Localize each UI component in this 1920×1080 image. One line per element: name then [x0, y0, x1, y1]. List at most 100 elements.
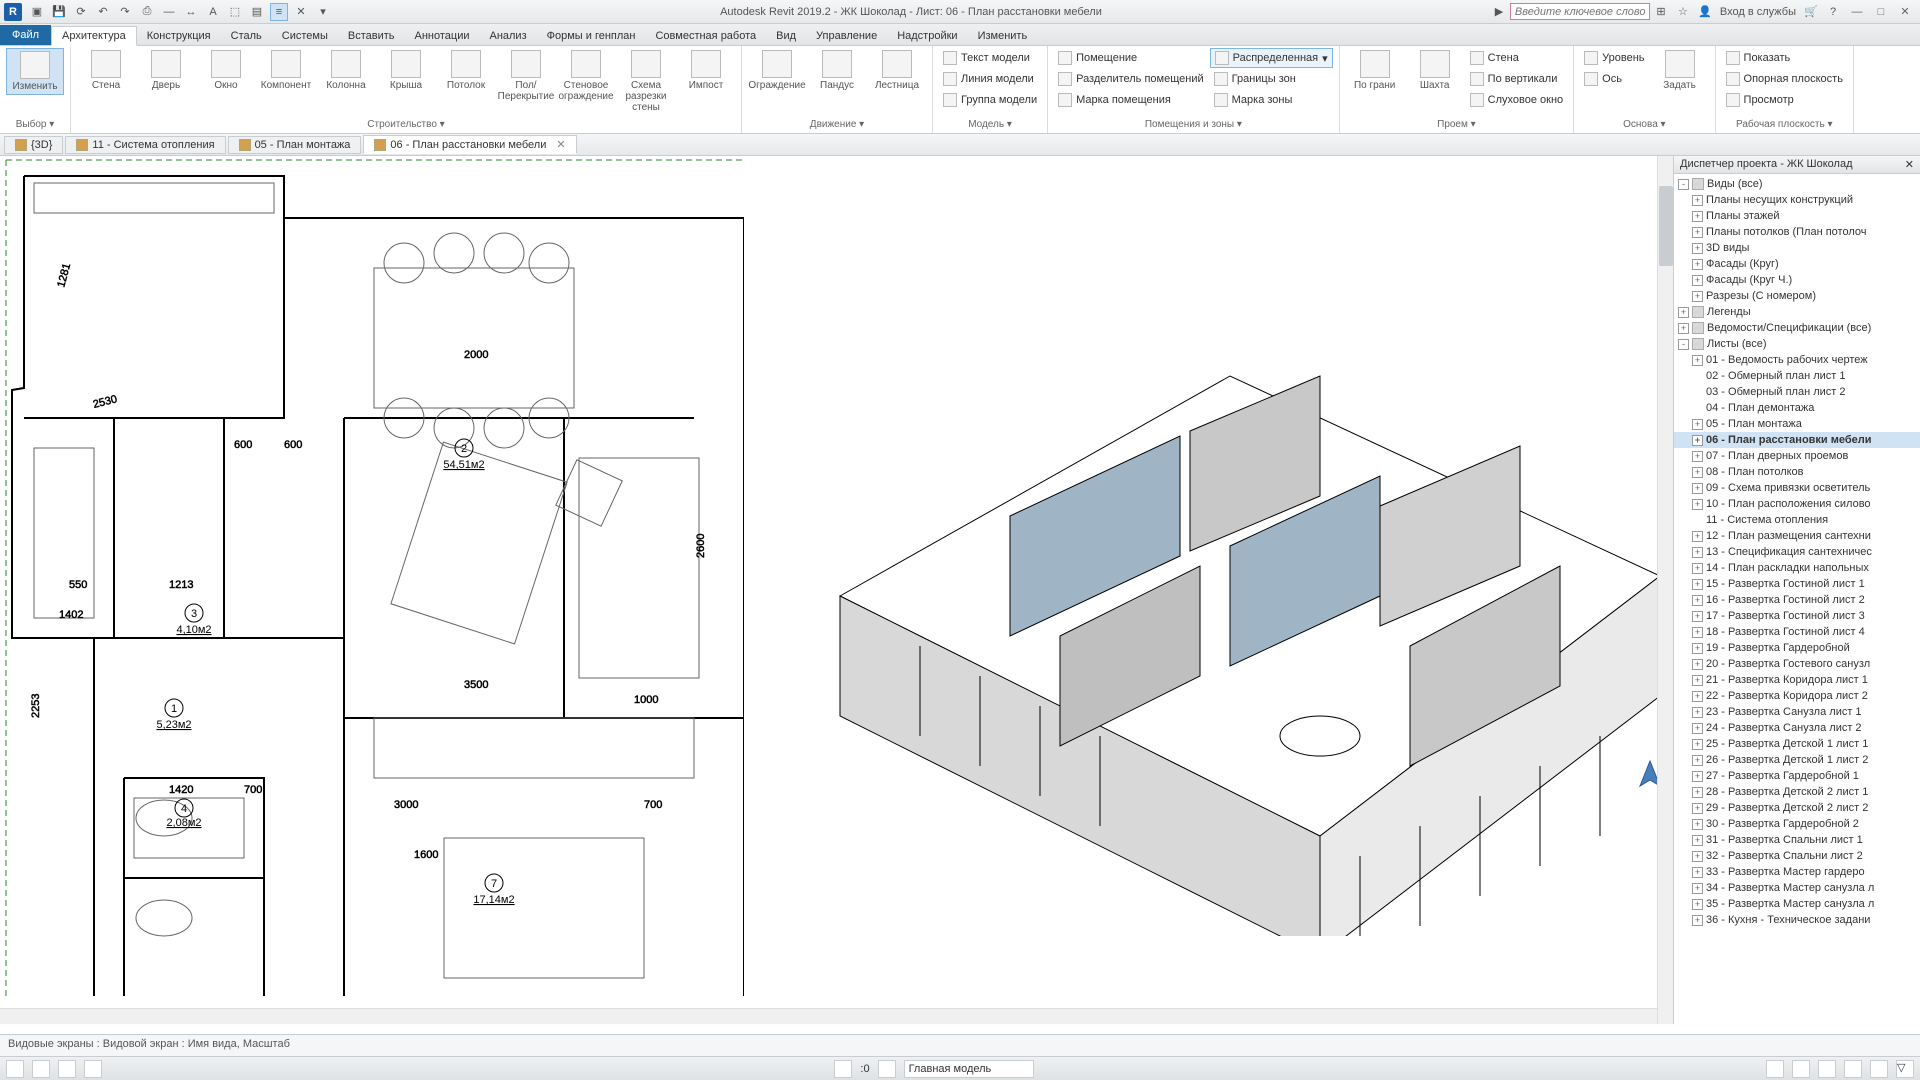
ribbon-Крыша[interactable]: Крыша — [377, 48, 435, 93]
tree-node[interactable]: +10 - План расположения силово — [1674, 496, 1920, 512]
close-tab-icon[interactable]: ✕ — [556, 138, 565, 151]
sb-icon[interactable] — [878, 1060, 896, 1078]
tree-node[interactable]: 11 - Система отопления — [1674, 512, 1920, 528]
tree-node[interactable]: +29 - Развертка Детской 2 лист 2 — [1674, 800, 1920, 816]
tree-node[interactable]: +35 - Развертка Мастер санузла л — [1674, 896, 1920, 912]
tree-node[interactable]: +15 - Развертка Гостиной лист 1 — [1674, 576, 1920, 592]
ribbon-Компонент[interactable]: Компонент — [257, 48, 315, 93]
tree-expander-icon[interactable]: + — [1692, 419, 1703, 430]
tree-node[interactable]: +27 - Развертка Гардеробной 1 — [1674, 768, 1920, 784]
tree-node[interactable]: +18 - Развертка Гостиной лист 4 — [1674, 624, 1920, 640]
tree-expander-icon[interactable]: + — [1692, 643, 1703, 654]
3d-icon[interactable]: ⬚ — [226, 3, 244, 21]
restore-button[interactable]: □ — [1870, 1, 1892, 23]
ribbon-Марка зоны[interactable]: Марка зоны — [1210, 90, 1333, 110]
ribbon-Пол/Перекрытие[interactable]: Пол/Перекрытие — [497, 48, 555, 104]
tree-node[interactable]: +Планы несущих конструкций — [1674, 192, 1920, 208]
tree-expander-icon[interactable]: + — [1692, 723, 1703, 734]
tree-expander-icon[interactable]: + — [1678, 323, 1689, 334]
tree-node[interactable]: 03 - Обмерный план лист 2 — [1674, 384, 1920, 400]
tab-Конструкция[interactable]: Конструкция — [137, 27, 221, 45]
tree-node[interactable]: +14 - План раскладки напольных — [1674, 560, 1920, 576]
ribbon-Группа модели[interactable]: Группа модели — [939, 90, 1041, 110]
tree-node[interactable]: +07 - План дверных проемов — [1674, 448, 1920, 464]
tree-node[interactable]: +08 - План потолков — [1674, 464, 1920, 480]
ribbon-Схема разрезки стены[interactable]: Схема разрезки стены — [617, 48, 675, 115]
ribbon-Лестница[interactable]: Лестница — [868, 48, 926, 93]
ribbon-Ограждение[interactable]: Ограждение — [748, 48, 806, 93]
minimize-button[interactable]: — — [1846, 1, 1868, 23]
tree-expander-icon[interactable]: + — [1692, 531, 1703, 542]
sb-icon[interactable] — [1818, 1060, 1836, 1078]
close-views-icon[interactable]: ✕ — [292, 3, 310, 21]
tree-expander-icon[interactable]: + — [1692, 243, 1703, 254]
apps-icon[interactable]: 🛒 — [1802, 3, 1820, 21]
tree-expander-icon[interactable]: + — [1692, 195, 1703, 206]
ribbon-Колонна[interactable]: Колонна — [317, 48, 375, 93]
tree-expander-icon[interactable]: + — [1692, 707, 1703, 718]
tab-Сталь[interactable]: Сталь — [221, 27, 272, 45]
ribbon-group-label[interactable]: Рабочая плоскость ▾ — [1722, 119, 1847, 131]
ribbon-Стеновое ограждение[interactable]: Стеновое ограждение — [557, 48, 615, 104]
sb-filter-icon[interactable]: ▽ — [1896, 1060, 1914, 1078]
sb-icon[interactable] — [1792, 1060, 1810, 1078]
viewtab[interactable]: 06 - План расстановки мебели✕ — [363, 135, 576, 154]
tree-node[interactable]: +01 - Ведомость рабочих чертеж — [1674, 352, 1920, 368]
switch-win-icon[interactable]: ▾ — [314, 3, 332, 21]
tree-expander-icon[interactable]: + — [1678, 307, 1689, 318]
tree-expander-icon[interactable]: + — [1692, 563, 1703, 574]
tree-node[interactable]: +17 - Развертка Гостиной лист 3 — [1674, 608, 1920, 624]
infocenter-icon[interactable]: ⊞ — [1652, 3, 1670, 21]
ribbon-Линия модели[interactable]: Линия модели — [939, 69, 1041, 89]
ribbon-Текст модели[interactable]: Текст модели — [939, 48, 1041, 68]
tab-Анализ[interactable]: Анализ — [479, 27, 536, 45]
tab-Архитектура[interactable]: Архитектура — [51, 26, 137, 46]
tree-node[interactable]: -Виды (все) — [1674, 176, 1920, 192]
tree-node[interactable]: +09 - Схема привязки осветитель — [1674, 480, 1920, 496]
tree-expander-icon[interactable]: + — [1692, 451, 1703, 462]
tree-node[interactable]: +Разрезы (С номером) — [1674, 288, 1920, 304]
viewtab[interactable]: {3D} — [4, 136, 63, 154]
ribbon-Пандус[interactable]: Пандус — [808, 48, 866, 93]
tree-expander-icon[interactable]: - — [1678, 179, 1689, 190]
sb-model-select[interactable]: Главная модель — [904, 1060, 1034, 1078]
ribbon-Опорная плоскость[interactable]: Опорная плоскость — [1722, 69, 1847, 89]
sb-icon[interactable] — [834, 1060, 852, 1078]
tree-node[interactable]: +Ведомости/Спецификации (все) — [1674, 320, 1920, 336]
save-icon[interactable]: 💾 — [50, 3, 68, 21]
ribbon-Уровень[interactable]: Уровень — [1580, 48, 1648, 68]
tree-expander-icon[interactable]: + — [1692, 675, 1703, 686]
ribbon-Шахта[interactable]: Шахта — [1406, 48, 1464, 93]
tree-expander-icon[interactable]: + — [1692, 755, 1703, 766]
ribbon-Просмотр[interactable]: Просмотр — [1722, 90, 1847, 110]
search-input[interactable] — [1510, 3, 1650, 20]
tab-Надстройки[interactable]: Надстройки — [887, 27, 967, 45]
ribbon-Разделитель помещений[interactable]: Разделитель помещений — [1054, 69, 1208, 89]
tab-Вставить[interactable]: Вставить — [338, 27, 405, 45]
tree-node[interactable]: +22 - Развертка Коридора лист 2 — [1674, 688, 1920, 704]
close-button[interactable]: ✕ — [1894, 1, 1916, 23]
ribbon-По вертикали[interactable]: По вертикали — [1466, 69, 1568, 89]
ribbon-Границы зон[interactable]: Границы зон — [1210, 69, 1333, 89]
tree-expander-icon[interactable]: + — [1692, 787, 1703, 798]
tree-node[interactable]: +3D виды — [1674, 240, 1920, 256]
tree-expander-icon[interactable]: + — [1692, 435, 1703, 446]
tree-expander-icon[interactable]: + — [1692, 803, 1703, 814]
project-tree[interactable]: -Виды (все)+Планы несущих конструкций+Пл… — [1674, 174, 1920, 1024]
canvas-scrollbar-h[interactable] — [0, 1008, 1657, 1024]
tab-Системы[interactable]: Системы — [272, 27, 338, 45]
tab-Формы и генплан[interactable]: Формы и генплан — [537, 27, 646, 45]
tree-node[interactable]: +31 - Развертка Спальни лист 1 — [1674, 832, 1920, 848]
tree-node[interactable]: +32 - Развертка Спальни лист 2 — [1674, 848, 1920, 864]
play-icon[interactable]: ▶ — [1490, 3, 1508, 21]
ribbon-Задать[interactable]: Задать — [1651, 48, 1709, 93]
tree-node[interactable]: +28 - Развертка Детской 2 лист 1 — [1674, 784, 1920, 800]
tree-node[interactable]: +36 - Кухня - Техническое задани — [1674, 912, 1920, 928]
tree-node[interactable]: +21 - Развертка Коридора лист 1 — [1674, 672, 1920, 688]
tab-Файл[interactable]: Файл — [0, 25, 51, 45]
sync-icon[interactable]: ⟳ — [72, 3, 90, 21]
ribbon-Ось[interactable]: Ось — [1580, 69, 1648, 89]
tree-expander-icon[interactable]: + — [1692, 627, 1703, 638]
tree-expander-icon[interactable]: + — [1692, 739, 1703, 750]
ribbon-Стена[interactable]: Стена — [1466, 48, 1568, 68]
